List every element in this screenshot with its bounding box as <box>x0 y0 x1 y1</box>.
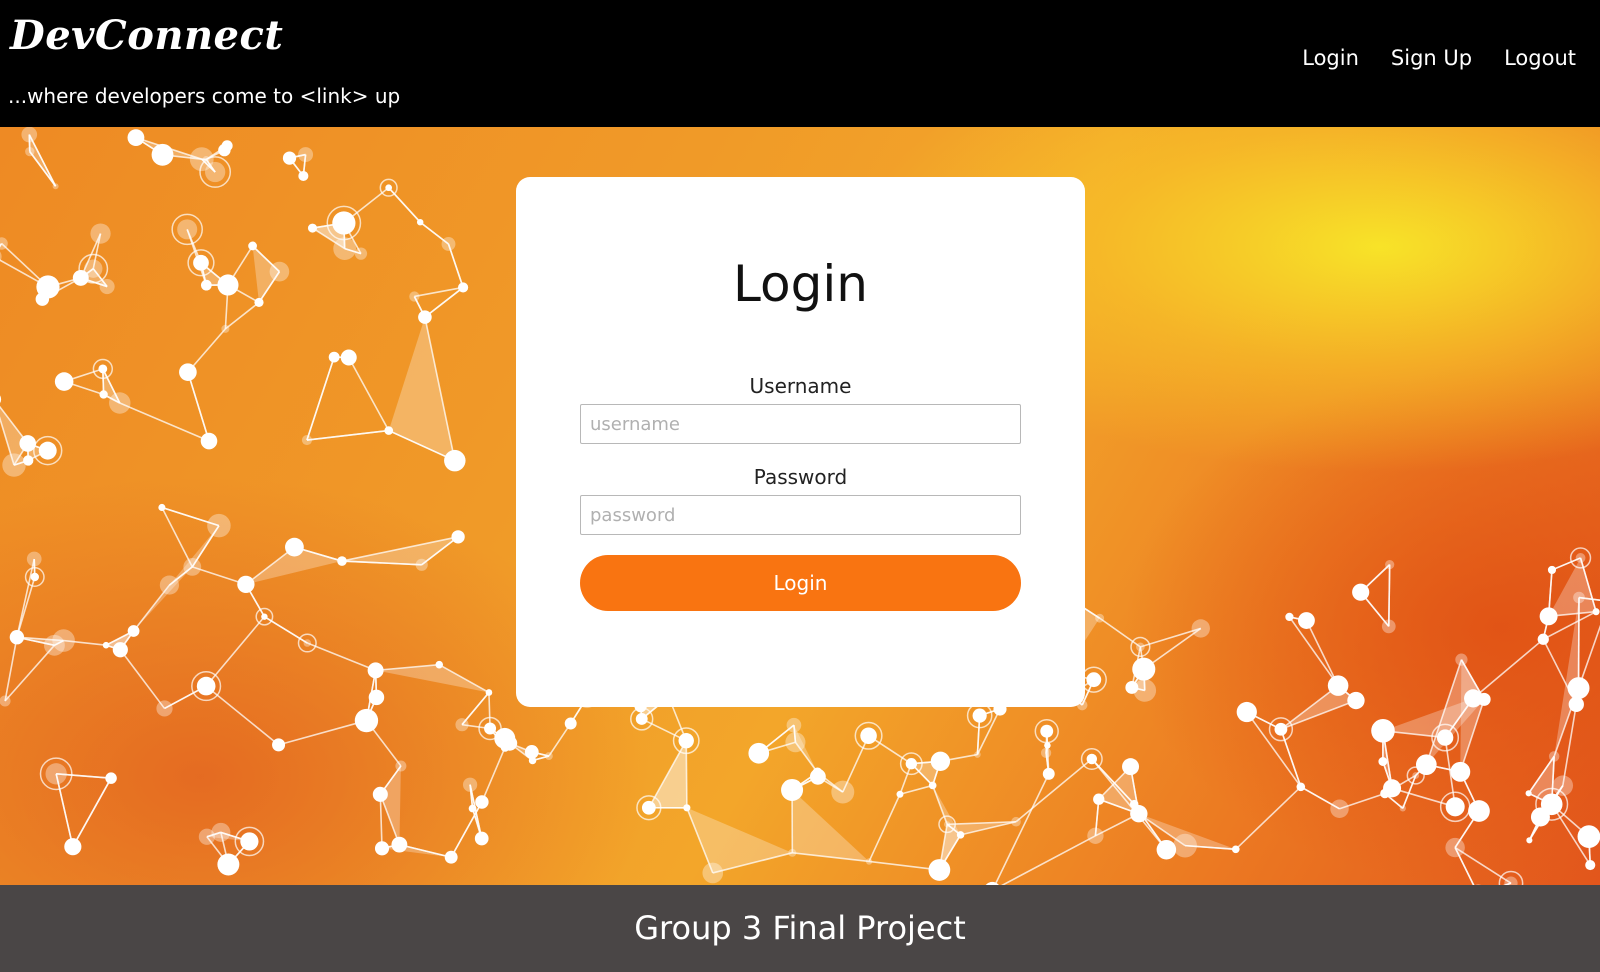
password-input[interactable] <box>580 495 1021 535</box>
brand-logo[interactable]: DevConnect <box>10 16 283 56</box>
username-input[interactable] <box>580 404 1021 444</box>
site-header: DevConnect ...where developers come to <… <box>0 0 1600 127</box>
nav-signup-link[interactable]: Sign Up <box>1391 46 1472 71</box>
login-submit-button[interactable]: Login <box>580 555 1021 611</box>
site-footer: Group 3 Final Project <box>0 885 1600 972</box>
nav-login-link[interactable]: Login <box>1302 46 1359 71</box>
nav-logout-link[interactable]: Logout <box>1504 46 1576 71</box>
hero-section: Login Username Password Login <box>0 127 1600 885</box>
footer-text: Group 3 Final Project <box>634 909 966 947</box>
login-title: Login <box>733 255 868 313</box>
page: DevConnect ...where developers come to <… <box>0 0 1600 972</box>
username-label: Username <box>749 374 852 398</box>
login-card: Login Username Password Login <box>516 177 1085 707</box>
tagline: ...where developers come to <link> up <box>8 84 401 108</box>
main-nav: Login Sign Up Logout <box>1302 46 1576 71</box>
password-label: Password <box>753 465 848 489</box>
